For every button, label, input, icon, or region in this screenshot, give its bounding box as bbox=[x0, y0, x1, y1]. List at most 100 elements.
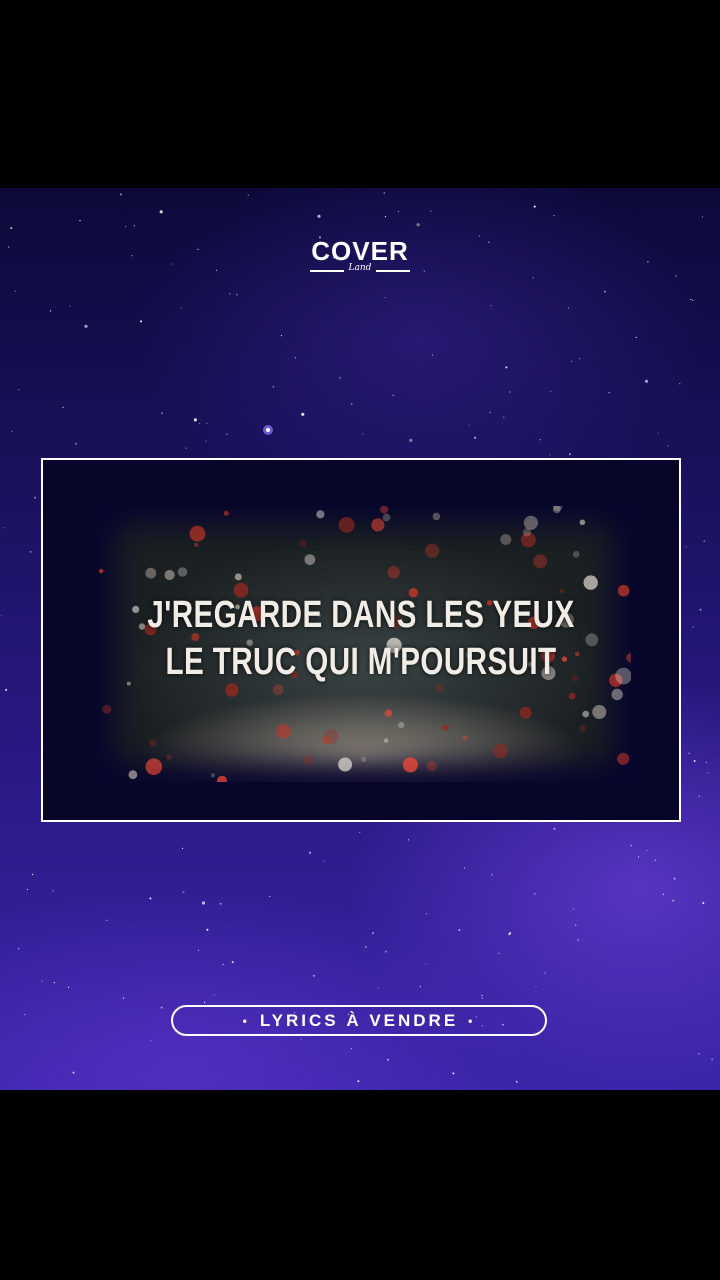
star bbox=[705, 761, 708, 764]
star bbox=[503, 416, 505, 418]
star bbox=[350, 1048, 352, 1050]
bokeh-light bbox=[432, 512, 441, 521]
star bbox=[41, 980, 43, 982]
star bbox=[509, 391, 511, 393]
bokeh-light bbox=[519, 706, 532, 719]
star bbox=[603, 290, 606, 293]
star bbox=[387, 1058, 390, 1061]
bokeh-light bbox=[426, 761, 437, 772]
star bbox=[377, 987, 379, 989]
star bbox=[416, 223, 420, 227]
star bbox=[30, 551, 32, 553]
badge-label: LYRICS À VENDRE bbox=[259, 1010, 459, 1030]
star bbox=[481, 994, 483, 997]
badge-bullet-left: • bbox=[242, 1013, 250, 1028]
star bbox=[578, 357, 581, 360]
star bbox=[206, 422, 208, 424]
bokeh-light bbox=[316, 510, 325, 519]
star bbox=[205, 440, 207, 442]
star bbox=[0, 615, 2, 617]
star bbox=[532, 277, 534, 279]
bokeh-light bbox=[382, 513, 391, 522]
star bbox=[646, 850, 648, 852]
star bbox=[690, 298, 692, 301]
star bbox=[474, 436, 477, 439]
star bbox=[222, 963, 224, 966]
bokeh-light bbox=[617, 752, 630, 765]
badge-bullet-right: • bbox=[468, 1013, 476, 1028]
logo-main-text: COVER bbox=[311, 236, 409, 266]
bokeh-light bbox=[402, 757, 418, 773]
bokeh-light bbox=[626, 653, 631, 663]
star bbox=[533, 205, 536, 208]
lyrics-text: J'REGARDE DANS LES YEUX LE TRUC QUI M'PO… bbox=[113, 592, 609, 686]
star bbox=[236, 294, 238, 296]
star bbox=[301, 412, 305, 416]
star bbox=[226, 433, 228, 435]
bokeh-light bbox=[361, 756, 367, 763]
bokeh-light bbox=[99, 568, 104, 574]
star bbox=[571, 360, 573, 362]
star bbox=[247, 194, 249, 196]
star bbox=[317, 214, 321, 218]
bokeh-light bbox=[322, 736, 331, 745]
bokeh-light bbox=[568, 692, 576, 700]
logo-line-left bbox=[310, 270, 344, 272]
letterbox-top bbox=[0, 0, 720, 188]
star bbox=[409, 438, 413, 442]
star bbox=[575, 924, 577, 926]
star bbox=[201, 901, 206, 905]
bokeh-light bbox=[522, 528, 532, 537]
star bbox=[193, 418, 197, 422]
bokeh-light bbox=[442, 724, 449, 731]
star bbox=[199, 423, 201, 425]
star bbox=[339, 376, 342, 379]
bokeh-light bbox=[145, 567, 157, 579]
bokeh-light bbox=[493, 743, 509, 759]
star bbox=[300, 1039, 302, 1041]
bokeh-light bbox=[102, 704, 112, 714]
star bbox=[312, 974, 315, 977]
star bbox=[692, 626, 694, 628]
star bbox=[119, 193, 122, 196]
star bbox=[69, 305, 71, 307]
star bbox=[550, 390, 552, 392]
star bbox=[679, 383, 681, 385]
star bbox=[180, 307, 182, 309]
bokeh-light bbox=[276, 724, 291, 739]
star bbox=[364, 945, 367, 948]
star bbox=[553, 215, 555, 217]
star bbox=[509, 932, 511, 935]
star bbox=[481, 997, 483, 999]
star bbox=[182, 891, 185, 894]
star bbox=[699, 608, 702, 611]
star bbox=[197, 949, 200, 951]
star bbox=[362, 433, 364, 435]
bokeh-light bbox=[611, 688, 623, 701]
star bbox=[572, 908, 574, 910]
star bbox=[637, 856, 640, 858]
star bbox=[24, 1014, 26, 1016]
star bbox=[31, 873, 34, 876]
star bbox=[140, 320, 142, 323]
bokeh-light bbox=[371, 518, 385, 532]
bokeh-light bbox=[425, 543, 440, 558]
bokeh-light bbox=[579, 519, 586, 526]
bokeh-light bbox=[617, 584, 630, 597]
lyrics-line-1: J'REGARDE DANS LES YEUX bbox=[147, 594, 575, 636]
star bbox=[701, 216, 704, 218]
star bbox=[662, 893, 664, 895]
bokeh-light bbox=[149, 739, 157, 747]
bokeh-light bbox=[177, 567, 188, 577]
star bbox=[672, 899, 675, 902]
star bbox=[323, 860, 325, 862]
star bbox=[384, 950, 387, 953]
star bbox=[644, 379, 649, 383]
star bbox=[711, 1058, 714, 1061]
bokeh-light bbox=[338, 757, 353, 772]
star bbox=[419, 986, 421, 988]
star bbox=[280, 335, 282, 337]
bokeh-light bbox=[387, 566, 400, 579]
star bbox=[185, 447, 187, 449]
star bbox=[159, 210, 163, 214]
